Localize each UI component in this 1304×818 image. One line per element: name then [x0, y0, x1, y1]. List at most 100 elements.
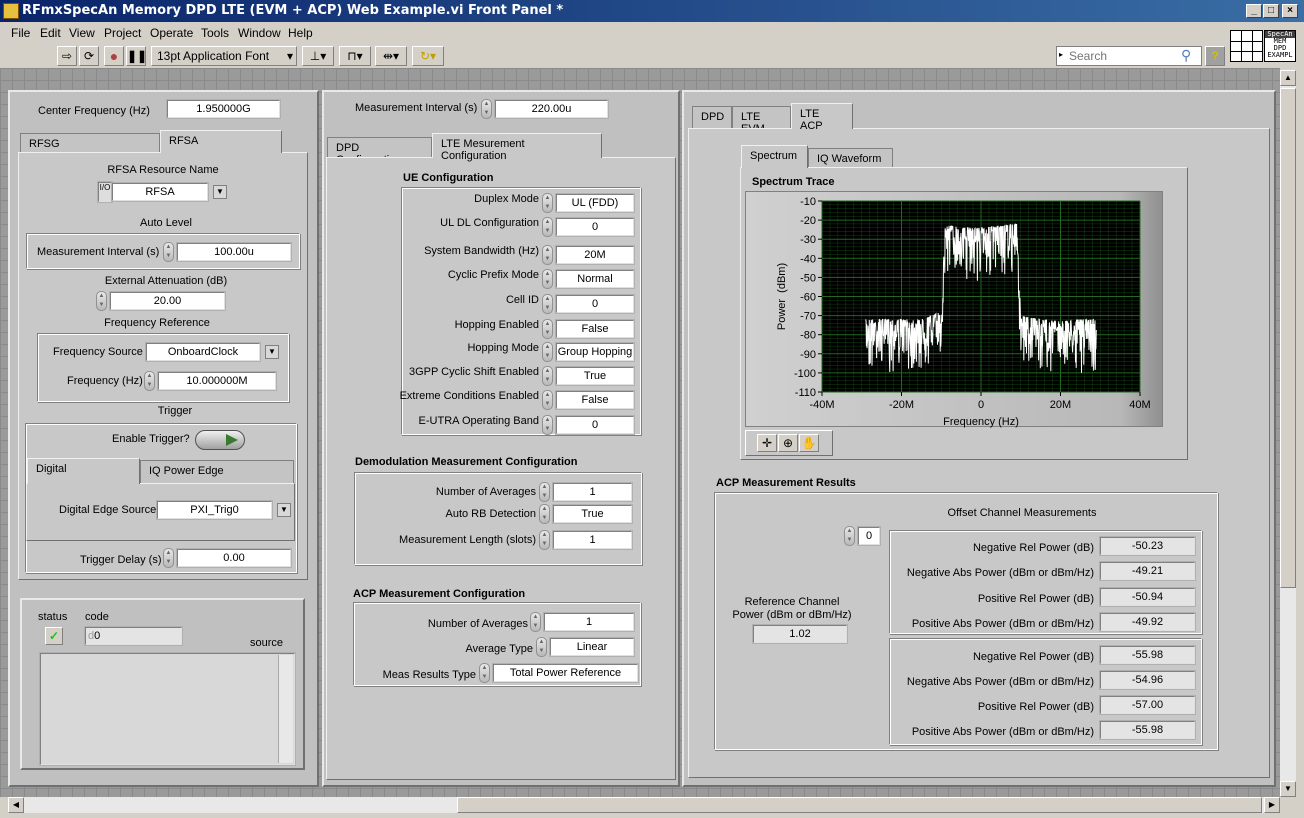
ue-row-field-spinner[interactable]: ▲ ▼	[542, 342, 553, 362]
scroll-right-button[interactable]: ▶	[1264, 797, 1280, 813]
frequency-source-field[interactable]: OnboardClock	[145, 342, 261, 362]
demod-row-field[interactable]: 1	[552, 530, 633, 550]
search-options-icon[interactable]: ▸	[1059, 50, 1063, 59]
vertical-scroll-thumb[interactable]	[1280, 88, 1296, 588]
tab-dpd-configuration[interactable]: DPD Configuration	[327, 137, 432, 166]
ue-row-field-spinner[interactable]: ▲ ▼	[542, 415, 553, 435]
scroll-up-button[interactable]: ▲	[1280, 70, 1296, 86]
horizontal-scrollbar[interactable]: ◀ ▶	[8, 797, 1280, 813]
digital-edge-source-field-dropdown-button[interactable]: ▼	[277, 503, 291, 517]
ue-row-field[interactable]: 0	[555, 217, 635, 237]
rfsa-resource-field[interactable]: RFSA	[111, 182, 209, 202]
ue-row-field[interactable]: 0	[555, 294, 635, 314]
ue-row-field[interactable]: 20M	[555, 245, 635, 265]
source-scrollbar[interactable]	[278, 655, 293, 763]
font-selector[interactable]: 13pt Application Font ▾	[151, 46, 297, 66]
tab-rfsa[interactable]: RFSA	[160, 130, 282, 153]
scroll-left-button[interactable]: ◀	[8, 797, 24, 813]
pan-tool-icon[interactable]: ✋	[799, 434, 819, 452]
menu-view[interactable]: View	[69, 26, 95, 40]
tab-rfsg[interactable]: RFSG	[20, 133, 160, 153]
frequency-source-field-dropdown-button[interactable]: ▼	[265, 345, 279, 359]
maximize-button[interactable]: □	[1263, 4, 1279, 18]
pause-button[interactable]: ❚❚	[126, 46, 147, 66]
run-continuously-button[interactable]: ⟳	[79, 46, 99, 66]
tab-iq-waveform[interactable]: IQ Waveform	[808, 148, 893, 168]
tab-spectrum[interactable]: Spectrum	[741, 145, 808, 168]
cursor-tool-icon[interactable]: ✛	[757, 434, 777, 452]
frequency-field-spinner[interactable]: ▲ ▼	[144, 371, 155, 391]
resize-objects-button[interactable]: ⇹▾	[375, 46, 407, 66]
demod-row-field-spinner[interactable]: ▲ ▼	[539, 482, 550, 502]
reorder-button[interactable]: ↻▾	[412, 46, 444, 66]
ue-row-field[interactable]: 0	[555, 415, 635, 435]
distribute-objects-button[interactable]: ⊓▾	[339, 46, 371, 66]
mid-measurement-interval-field[interactable]: 220.00u	[494, 99, 609, 119]
help-button[interactable]: ?	[1205, 46, 1225, 66]
external-attenuation-field[interactable]: 20.00	[109, 291, 226, 311]
menu-project[interactable]: Project	[104, 26, 141, 40]
ue-row-field[interactable]: Normal	[555, 269, 635, 289]
offset-index-field[interactable]: 0	[857, 526, 881, 546]
external-attenuation-field-spinner[interactable]: ▲ ▼	[96, 291, 107, 311]
acp-row-field[interactable]: Linear	[549, 637, 635, 657]
tab-lte-measurement-configuration[interactable]: LTE Mesurement Configuration	[432, 133, 602, 162]
measurement-interval-field-spinner[interactable]: ▲ ▼	[163, 242, 174, 262]
menu-edit[interactable]: Edit	[40, 26, 61, 40]
demod-row-field[interactable]: 1	[552, 482, 633, 502]
measurement-interval-field[interactable]: 100.00u	[176, 242, 292, 262]
frequency-field[interactable]: 10.000000M	[157, 371, 277, 391]
tab-digital[interactable]: Digital	[27, 458, 140, 484]
close-button[interactable]: ×	[1282, 4, 1298, 18]
demod-row-field-spinner[interactable]: ▲ ▼	[539, 504, 550, 524]
tab-lte-evm[interactable]: LTE EVM	[732, 106, 791, 135]
enable-trigger-toggle[interactable]	[195, 430, 245, 450]
tab-lte-acp[interactable]: LTE ACP	[791, 103, 853, 132]
acp-row-field-spinner[interactable]: ▲ ▼	[479, 663, 490, 683]
ue-row-field-spinner[interactable]: ▲ ▼	[542, 366, 553, 386]
trigger-delay-field-spinner[interactable]: ▲ ▼	[163, 548, 174, 568]
acp-row-field[interactable]: Total Power Reference	[492, 663, 639, 683]
acp-row-field-spinner[interactable]: ▲ ▼	[536, 637, 547, 657]
menu-tools[interactable]: Tools	[201, 26, 229, 40]
menu-file[interactable]: File	[11, 26, 30, 40]
ue-row-field[interactable]: False	[555, 390, 635, 410]
menu-operate[interactable]: Operate	[150, 26, 193, 40]
menu-help[interactable]: Help	[288, 26, 313, 40]
tab-dpd[interactable]: DPD	[692, 106, 732, 128]
ue-row-field-spinner[interactable]: ▲ ▼	[542, 193, 553, 213]
demod-row-field[interactable]: True	[552, 504, 633, 524]
ue-row-field-spinner[interactable]: ▲ ▼	[542, 390, 553, 410]
ue-row-field-spinner[interactable]: ▲ ▼	[542, 319, 553, 339]
ue-row-field[interactable]: False	[555, 319, 635, 339]
trigger-delay-field[interactable]: 0.00	[176, 548, 292, 568]
ue-row-field[interactable]: True	[555, 366, 635, 386]
offset-index-field-spinner[interactable]: ▲ ▼	[844, 526, 855, 546]
acp-row-field[interactable]: 1	[543, 612, 635, 632]
acp-row-field-spinner[interactable]: ▲ ▼	[530, 612, 541, 632]
rfsa-resource-field-dropdown-button[interactable]: ▼	[213, 185, 227, 199]
ue-row-field[interactable]: Group Hopping	[555, 342, 635, 362]
vertical-scrollbar[interactable]: ▲ ▼	[1280, 70, 1296, 797]
ue-row-field-spinner[interactable]: ▲ ▼	[542, 217, 553, 237]
run-button[interactable]: ⇨	[57, 46, 77, 66]
mid-measurement-interval-field-spinner[interactable]: ▲ ▼	[481, 99, 492, 119]
search-input[interactable]	[1069, 49, 1179, 63]
abort-button[interactable]: ●	[104, 46, 124, 66]
align-objects-button[interactable]: ⊥▾	[302, 46, 334, 66]
horizontal-scroll-thumb[interactable]	[457, 797, 1262, 813]
center-frequency-field[interactable]: 1.950000G	[166, 99, 281, 119]
ue-row-field-spinner[interactable]: ▲ ▼	[542, 245, 553, 265]
ue-row-field[interactable]: UL (FDD)	[555, 193, 635, 213]
search-box[interactable]: ▸ ⚲	[1056, 46, 1202, 66]
scroll-down-button[interactable]: ▼	[1280, 781, 1296, 797]
ue-row-field-spinner[interactable]: ▲ ▼	[542, 269, 553, 289]
demod-row-field-spinner[interactable]: ▲ ▼	[539, 530, 550, 550]
minimize-button[interactable]: _	[1246, 4, 1262, 18]
digital-edge-source-field[interactable]: PXI_Trig0	[156, 500, 273, 520]
ue-row-field-spinner[interactable]: ▲ ▼	[542, 294, 553, 314]
tab-iq-power-edge[interactable]: IQ Power Edge	[140, 460, 294, 483]
zoom-tool-icon[interactable]: ⊕	[778, 434, 798, 452]
search-icon[interactable]: ⚲	[1181, 47, 1191, 64]
menu-window[interactable]: Window	[238, 26, 281, 40]
